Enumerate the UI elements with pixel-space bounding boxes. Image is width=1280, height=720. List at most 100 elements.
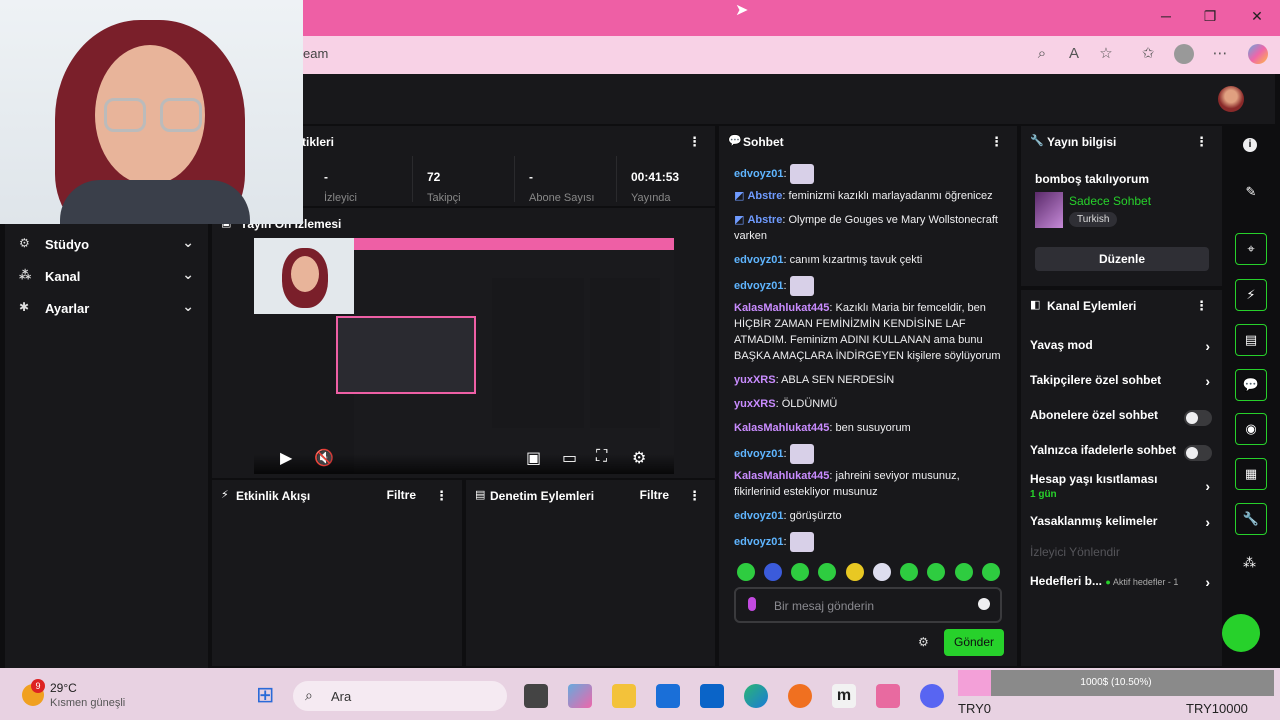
url-text[interactable]: eam [303,46,328,61]
emote-icon[interactable] [955,563,973,581]
subscribers-only-toggle[interactable] [1184,410,1212,426]
action-account-age[interactable]: Hesap yaşı kısıtlaması 1 gün › [1030,472,1216,502]
kebab-menu-icon[interactable]: ⋮ [990,134,1003,150]
chat-username[interactable]: edvoyz01 [734,254,784,266]
notes-icon[interactable]: ▤ [1235,324,1267,356]
chat-username[interactable]: edvoyz01 [734,510,784,522]
app-pink-icon[interactable] [876,684,900,708]
lightning-icon[interactable]: ⚡ [1235,279,1267,311]
layout-icon[interactable]: ▦ [1235,458,1267,490]
emote-icon[interactable] [846,563,864,581]
read-aloud-icon[interactable]: A [1064,44,1084,64]
store-icon[interactable] [656,684,680,708]
kebab-menu-icon[interactable]: ⋮ [688,488,701,504]
emote-icon[interactable] [982,563,1000,581]
copilot-icon[interactable] [1248,44,1268,64]
filter-button[interactable]: Filtre [387,488,416,502]
chevron-down-icon: ⌄ [182,266,194,282]
theater-icon[interactable]: ▭ [562,448,577,468]
maximize-button[interactable]: ❐ [1200,8,1220,25]
info-icon[interactable]: i [1243,138,1257,152]
action-slow-mode[interactable]: Yavaş mod › [1030,338,1216,358]
kebab-menu-icon[interactable]: ⋮ [1195,298,1208,314]
emoji-picker-icon[interactable] [978,598,990,610]
extensions-icon[interactable]: ⁂ [1243,555,1256,571]
send-button[interactable]: Gönder [944,629,1004,656]
video-player[interactable] [254,238,674,474]
emote-icon[interactable] [737,563,755,581]
action-followers-only[interactable]: Takipçilere özel sohbet › [1030,373,1216,393]
kebab-menu-icon[interactable]: ⋮ [688,134,701,150]
chat-text: görüşürzto [789,510,842,522]
action-goals[interactable]: Hedefleri b... ● Aktif hedefler - 1 › [1030,574,1216,594]
windows-start-icon[interactable]: ⊞ [256,684,280,708]
discord-icon[interactable] [920,684,944,708]
support-icon[interactable] [1222,614,1260,652]
task-view-icon[interactable] [524,684,548,708]
profile-icon[interactable] [1174,44,1194,64]
clip-icon[interactable]: ⌖ [1235,233,1267,265]
favorite-star-icon[interactable]: ☆ [1096,44,1116,64]
broadcast-icon[interactable]: ◉ [1235,413,1267,445]
outlook-icon[interactable] [700,684,724,708]
emote-icon[interactable] [764,563,782,581]
fullscreen-icon[interactable]: ⛶ [596,448,607,466]
file-explorer-icon[interactable] [612,684,636,708]
pencil-icon[interactable]: ✎ [1235,176,1267,208]
emote-icon[interactable] [818,563,836,581]
wrench-icon[interactable]: 🔧 [1235,503,1267,535]
chat-message: edvoyz01: [734,444,1004,464]
zoom-icon[interactable]: ⌕ [1032,44,1052,64]
chat-username[interactable]: yuxXRS [734,374,776,386]
filter-button[interactable]: Filtre [640,488,669,502]
app-m-icon[interactable]: m [832,684,856,708]
chat-username[interactable]: edvoyz01 [734,168,784,180]
more-menu-icon[interactable]: ⋯ [1210,44,1230,64]
chat-icon[interactable]: 💬 [1235,369,1267,401]
chat-message: yuxXRS: ÖLDÜNMÜ [734,398,838,410]
pip-icon[interactable]: ▣ [526,448,541,468]
edge-browser-icon[interactable] [744,684,768,708]
close-button[interactable]: ✕ [1247,8,1267,25]
emote-icon[interactable] [873,563,891,581]
chat-input[interactable]: Bir mesaj gönderin [734,587,1002,623]
category-link[interactable]: Sadece Sohbet [1069,194,1151,208]
emote-icon[interactable] [791,563,809,581]
sticker-image [789,444,814,464]
play-icon[interactable]: ▶ [280,448,292,468]
badge-icon: ◩ [734,214,745,226]
minimize-button[interactable]: ─ [1156,8,1176,24]
user-avatar[interactable] [1218,86,1244,112]
chevron-right-icon: › [1205,338,1210,354]
action-banned-words[interactable]: Yasaklanmış kelimeler › [1030,514,1216,534]
sidebar-item-settings[interactable]: ✱ Ayarlar ⌄ [5,292,208,324]
copilot-app-icon[interactable] [568,684,592,708]
blender-icon[interactable] [788,684,812,708]
kebab-menu-icon[interactable]: ⋮ [1195,134,1208,150]
mute-icon[interactable]: 🔇 [314,448,334,468]
settings-gear-icon[interactable]: ⚙ [632,448,646,468]
chat-username[interactable]: edvoyz01 [734,536,784,548]
emote-icon[interactable] [900,563,918,581]
chat-username[interactable]: KalasMahlukat445 [734,470,829,482]
sidebar-item-channel[interactable]: ⁂ Kanal ⌄ [5,260,208,292]
chat-username[interactable]: KalasMahlukat445 [734,302,829,314]
chat-username[interactable]: yuxXRS [734,398,776,410]
edit-button[interactable]: Düzenle [1035,247,1209,271]
chat-username[interactable]: Abstre [747,190,782,202]
chat-username[interactable]: edvoyz01 [734,280,784,292]
chat-settings-icon[interactable]: ⚙ [918,635,929,649]
gear-icon: ✱ [19,300,30,314]
tag-pill[interactable]: Turkish [1069,212,1118,227]
microphone-icon[interactable] [748,597,756,611]
emote-icon[interactable] [927,563,945,581]
chat-message: KalasMahlukat445: jahreini seviyor musun… [734,470,960,498]
taskbar-search[interactable]: ⌕ Ara [293,681,507,711]
chat-username[interactable]: KalasMahlukat445 [734,422,829,434]
sidebar-item-studio[interactable]: ⚙ Stüdyo ⌄ [5,228,208,260]
favorites-icon[interactable]: ✩ [1138,44,1158,64]
chat-username[interactable]: edvoyz01 [734,448,784,460]
emote-only-toggle[interactable] [1184,445,1212,461]
chat-username[interactable]: Abstre [747,214,782,226]
kebab-menu-icon[interactable]: ⋮ [435,488,448,504]
